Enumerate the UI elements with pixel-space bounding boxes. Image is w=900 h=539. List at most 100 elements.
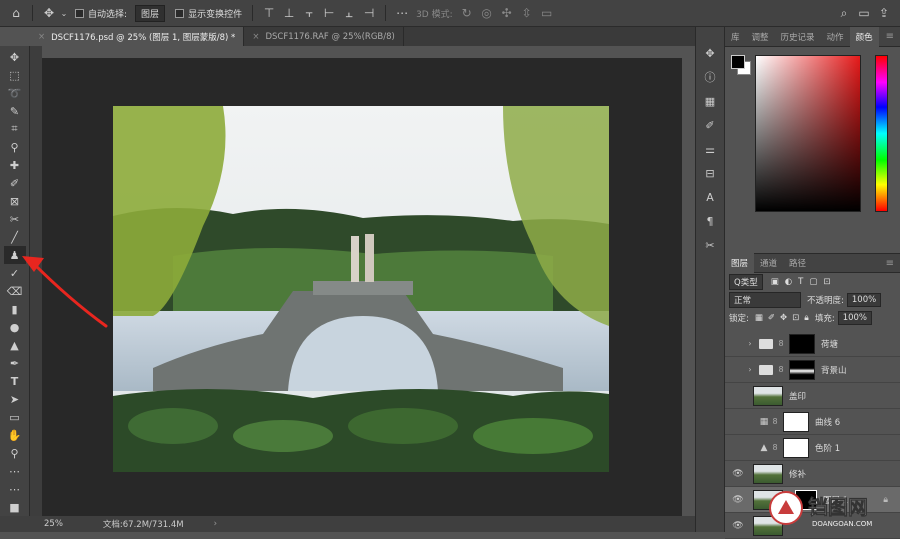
link-icon[interactable]: 8 [777, 365, 785, 374]
document-size[interactable]: 文档:67.2M/731.4M [103, 518, 184, 530]
eye-icon[interactable]: 👁︎ [731, 521, 745, 531]
close-icon[interactable]: × [252, 32, 259, 42]
eye-icon[interactable]: 👁︎ [731, 469, 745, 479]
history-brush-tool-icon[interactable]: ✓ [4, 264, 26, 282]
show-transform-checkbox[interactable] [175, 8, 185, 18]
lasso-tool-icon[interactable]: ➰ [4, 84, 26, 102]
lock-all-icon[interactable]: 🔒︎ [804, 313, 809, 323]
layer-thumbnail[interactable] [753, 385, 783, 406]
properties-icon[interactable]: ⚌ [699, 139, 721, 159]
align-right-icon[interactable]: ⊣ [359, 3, 379, 23]
workspace-icon[interactable]: ▭ [854, 3, 874, 23]
quick-select-tool-icon[interactable]: ✎ [4, 102, 26, 120]
filter-adjustment-icon[interactable]: ◐ [785, 277, 792, 287]
chevron-down-icon[interactable]: ⌄ [59, 3, 69, 23]
filter-shape-icon[interactable]: ▢ [809, 277, 817, 287]
gradient-tool-icon[interactable]: ▮ [4, 300, 26, 318]
layer-mask-thumbnail[interactable] [783, 411, 809, 432]
marquee-tool-icon[interactable]: ⬚ [4, 66, 26, 84]
tab-color[interactable]: 颜色 [849, 26, 879, 47]
foreground-color-swatch[interactable] [731, 55, 745, 69]
eraser-tool-icon[interactable]: ⌫ [4, 282, 26, 300]
layer-row[interactable]: › 8 荷塘 [725, 331, 900, 357]
color-field[interactable] [755, 55, 861, 212]
tab-dscf1176-psd[interactable]: × DSCF1176.psd @ 25% (图层 1, 图层蒙版/8) * [30, 27, 245, 46]
paragraph-icon[interactable]: ¶ [699, 211, 721, 231]
dodge-tool-icon[interactable]: ▲ [4, 336, 26, 354]
more-options-icon[interactable]: ⋯ [392, 3, 412, 23]
tab-adjustments[interactable]: 调整 [746, 27, 775, 47]
pen-tool-icon[interactable]: ✒ [4, 354, 26, 372]
chevron-right-icon[interactable]: › [745, 339, 755, 348]
panel-menu-icon[interactable]: ≡ [886, 31, 894, 42]
panel-menu-icon[interactable]: ≡ [886, 258, 894, 269]
link-icon[interactable]: 8 [771, 443, 779, 452]
lock-image-icon[interactable]: ✐ [768, 313, 775, 323]
zoom-tool-icon[interactable]: ⚲ [4, 444, 26, 462]
link-icon[interactable]: 8 [777, 339, 785, 348]
align-middle-icon[interactable]: ⊥ [279, 3, 299, 23]
edit-toolbar-icon[interactable]: ⋯ [4, 480, 26, 498]
tab-channels[interactable]: 通道 [754, 253, 783, 273]
type-tool-icon[interactable]: T [4, 372, 26, 390]
eyedropper-tool-icon[interactable]: ⚲ [4, 138, 26, 156]
align-top-icon[interactable]: ⊤ [259, 3, 279, 23]
link-icon[interactable]: 8 [771, 417, 779, 426]
align-center-icon[interactable]: ⫠ [339, 3, 359, 23]
clone-stamp-tool-icon[interactable]: ♟ [3, 246, 26, 264]
lock-artboard-icon[interactable]: ⊡ [792, 313, 799, 323]
hand-tool-icon[interactable]: ✋ [4, 426, 26, 444]
kind-filter-dropdown[interactable]: Q类型 [729, 274, 763, 290]
auto-select-checkbox[interactable] [75, 8, 84, 18]
histogram-icon[interactable]: ▦ [699, 91, 721, 111]
character-icon[interactable]: A [699, 187, 721, 207]
chevron-right-icon[interactable]: › [745, 365, 755, 374]
layer-mask-thumbnail[interactable] [783, 437, 809, 458]
layer-row[interactable]: ▲ 8 色阶 1 [725, 435, 900, 461]
rectangle-tool-icon[interactable]: ▭ [4, 408, 26, 426]
close-icon[interactable]: × [38, 32, 45, 42]
navigator-icon[interactable]: ✥ [699, 43, 721, 63]
3d-camera-icon[interactable]: ▭ [537, 3, 557, 23]
tab-paths[interactable]: 路径 [783, 253, 812, 273]
lock-pixels-icon[interactable]: ▦ [755, 313, 763, 323]
more-tools-icon[interactable]: ⋯ [4, 462, 26, 480]
layer-mask-thumbnail[interactable] [789, 333, 815, 354]
frame-tool-icon[interactable]: ⊠ [4, 192, 26, 210]
document-image[interactable] [113, 106, 609, 472]
tab-layers[interactable]: 图层 [725, 253, 755, 273]
hue-slider[interactable] [875, 55, 888, 212]
layer-row[interactable]: › 8 背景山 [725, 357, 900, 383]
share-icon[interactable]: ⇪ [874, 3, 894, 23]
blur-tool-icon[interactable]: ● [4, 318, 26, 336]
layer-row[interactable]: ▦ 8 曲线 6 [725, 409, 900, 435]
tools-preset-icon[interactable]: ✂ [699, 235, 721, 255]
filter-type-icon[interactable]: T [798, 277, 803, 287]
layer-mask-thumbnail[interactable] [789, 359, 815, 380]
crop-tool-icon[interactable]: ⌗ [4, 120, 26, 138]
opacity-input[interactable]: 100% [846, 293, 882, 307]
auto-select-dropdown[interactable]: 图层 [135, 4, 166, 22]
healing-brush-tool-icon[interactable]: ✚ [4, 156, 26, 174]
zoom-level[interactable]: 25% [44, 519, 63, 529]
3d-roll-icon[interactable]: ◎ [477, 3, 497, 23]
3d-rotate-icon[interactable]: ↻ [457, 3, 477, 23]
tab-history[interactable]: 历史记录 [775, 27, 821, 47]
eye-icon[interactable]: 👁︎ [731, 495, 745, 505]
perspective-tool-icon[interactable]: ✂ [4, 210, 26, 228]
filter-pixel-icon[interactable]: ▣ [771, 277, 779, 287]
tab-libraries[interactable]: 库 [725, 27, 746, 47]
search-icon[interactable]: ⌕ [834, 3, 854, 23]
layer-row[interactable]: 盖印 [725, 383, 900, 409]
filter-smart-icon[interactable]: ⊡ [823, 277, 830, 287]
move-tool-icon[interactable]: ✥ [4, 48, 26, 66]
align-left-icon[interactable]: ⊢ [319, 3, 339, 23]
layer-thumbnail[interactable] [753, 463, 783, 484]
blend-mode-dropdown[interactable]: 正常 [729, 292, 801, 308]
glyphs-icon[interactable]: ⊟ [699, 163, 721, 183]
brush-tool-icon[interactable]: ✐ [4, 174, 26, 192]
paint-brush-tool-icon[interactable]: ╱ [4, 228, 26, 246]
info-icon[interactable]: ⓘ [699, 67, 721, 87]
tab-dscf1176-raf[interactable]: × DSCF1176.RAF @ 25%(RGB/8) [244, 27, 404, 46]
brush-settings-icon[interactable]: ✐ [699, 115, 721, 135]
